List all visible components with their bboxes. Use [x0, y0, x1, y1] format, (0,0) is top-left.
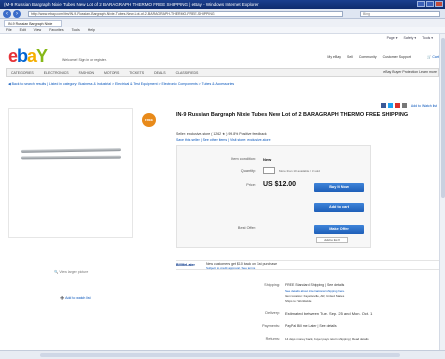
top-links: My eBay Sell Community Customer Support: [327, 55, 411, 59]
menu-favorites[interactable]: Favorites: [49, 27, 63, 33]
condition-value: New: [263, 157, 272, 162]
add-to-list-dropdown[interactable]: Add to list ▾: [316, 237, 348, 243]
tube-image-2: [20, 155, 122, 160]
category-deals[interactable]: DEALS: [154, 69, 165, 76]
price-value: US $12.00: [263, 181, 297, 188]
buyer-protection-link[interactable]: eBay Buyer Protection Learn more: [383, 70, 437, 74]
menu-bar: File Edit View Favorites Tools Help: [0, 27, 445, 34]
delivery-label: Delivery:: [265, 311, 280, 315]
menu-file[interactable]: File: [6, 27, 12, 33]
category-classifieds[interactable]: CLASSIFIEDS: [176, 69, 199, 76]
billmelater-logo: BillMeLater: [176, 263, 195, 267]
add-watch-link[interactable]: ➕ Add to watch list: [60, 296, 91, 300]
ebay-logo[interactable]: ebaY: [8, 46, 48, 67]
facebook-icon[interactable]: [380, 103, 386, 108]
address-input[interactable]: http://www.ebay.com/itm/IN-9-Russian-Bar…: [28, 11, 343, 17]
window-title: (M-9 Russian Bargraph Nixie Tubes New Lo…: [4, 2, 259, 7]
payments-label: Payments:: [262, 324, 280, 328]
price-label: Price:: [246, 183, 256, 187]
breadcrumb[interactable]: ◀ Back to search results | Listed in cat…: [8, 82, 234, 86]
add-to-cart-button[interactable]: Add to cart: [314, 203, 364, 212]
command-bar: Page ▾ Safety ▾ Tools ▾ ?: [387, 36, 441, 40]
close-button[interactable]: [435, 1, 443, 7]
seller-info[interactable]: Seller: exclusive-store ( 1262 ★ ) 99.8%…: [176, 132, 267, 136]
view-larger-link[interactable]: 🔍 View larger picture: [54, 270, 88, 274]
my-ebay-link[interactable]: My eBay: [327, 55, 341, 59]
sell-link[interactable]: Sell: [347, 55, 353, 59]
customer-support-link[interactable]: Customer Support: [383, 55, 411, 59]
quantity-note: More than 10 available / 3 sold: [279, 169, 320, 173]
buy-now-button[interactable]: Buy It Now: [314, 183, 364, 192]
category-tickets[interactable]: TICKETS: [129, 69, 144, 76]
free-shipping-badge: FREE SHIPPING: [142, 113, 156, 136]
safety-menu[interactable]: Safety ▾: [403, 36, 416, 40]
page-menu[interactable]: Page ▾: [387, 36, 398, 40]
item-location: Item location: Fayetteville, AR, United …: [285, 294, 345, 298]
vertical-scrollbar[interactable]: [439, 34, 445, 350]
delivery-value: Estimated between Tue. Sep. 25 and Mon. …: [285, 311, 373, 316]
category-electronics[interactable]: ELECTRONICS: [44, 69, 69, 76]
category-all[interactable]: CATEGORIES: [11, 69, 34, 76]
window-title-bar: (M-9 Russian Bargraph Nixie Tubes New Lo…: [0, 0, 445, 9]
shipping-label: Shipping:: [264, 283, 280, 287]
horizontal-scrollbar[interactable]: [40, 353, 400, 357]
community-link[interactable]: Community: [359, 55, 377, 59]
quantity-label: Quantity:: [240, 169, 256, 173]
category-bar: CATEGORIES ELECTRONICS FASHION MOTORS TI…: [6, 68, 439, 77]
payments-value[interactable]: PayPal Bill me Later | See details: [285, 324, 337, 328]
listing-title: IN-9 Russian Bargraph Nixie Tubes New Lo…: [176, 112, 409, 118]
category-fashion[interactable]: FASHION: [79, 69, 94, 76]
credit-offer: BillMeLater New customers get $10 back o…: [176, 260, 441, 270]
maximize-button[interactable]: [426, 1, 434, 7]
shipping-value[interactable]: FREE Standard Shipping | See details: [285, 283, 344, 287]
tab-row: IN-9 Russian Bargraph Nixie: [0, 19, 445, 27]
make-offer-button[interactable]: Make Offer: [314, 225, 364, 234]
pinterest-icon[interactable]: [394, 103, 400, 108]
address-bar-row: ‹ › http://www.ebay.com/itm/IN-9-Russian…: [0, 9, 445, 19]
returns-value[interactable]: 14 days money back, buyer pays return sh…: [285, 337, 369, 341]
quantity-input[interactable]: [263, 167, 275, 174]
cart-link[interactable]: 🛒 Cart: [427, 55, 439, 59]
twitter-icon[interactable]: [387, 103, 393, 108]
minimize-button[interactable]: [417, 1, 425, 7]
back-button[interactable]: ‹: [3, 10, 11, 18]
tube-image-1: [20, 148, 122, 153]
seller-links[interactable]: Save this seller | See other items | Vis…: [176, 138, 271, 142]
category-motors[interactable]: MOTORS: [104, 69, 119, 76]
window-controls: [417, 1, 443, 7]
forward-button[interactable]: ›: [13, 10, 21, 18]
search-input[interactable]: Bing: [360, 11, 440, 17]
credit-terms-link[interactable]: Subject to credit approval. See terms: [206, 266, 255, 270]
best-offer-label: Best Offer:: [237, 226, 256, 230]
condition-label: Item condition:: [231, 157, 256, 161]
ships-to: Ships to: Worldwide: [285, 299, 312, 303]
status-bar: [0, 350, 445, 359]
vertical-scroll-thumb[interactable]: [441, 38, 445, 198]
share-bar: Add to Watch list: [380, 103, 437, 108]
browser-tab[interactable]: IN-9 Russian Bargraph Nixie: [4, 20, 62, 27]
returns-label: Returns:: [265, 337, 280, 341]
intl-shipping-link[interactable]: See details about international shipping…: [285, 289, 345, 293]
menu-edit[interactable]: Edit: [20, 27, 26, 33]
menu-help[interactable]: Help: [88, 27, 95, 33]
email-icon[interactable]: [401, 103, 407, 108]
product-image[interactable]: [8, 108, 133, 238]
menu-tools[interactable]: Tools: [72, 27, 80, 33]
add-watchlist-link[interactable]: Add to Watch list: [411, 104, 437, 108]
tools-menu[interactable]: Tools ▾: [422, 36, 433, 40]
welcome-text[interactable]: Welcome! Sign in or register.: [62, 58, 107, 62]
menu-view[interactable]: View: [34, 27, 42, 33]
